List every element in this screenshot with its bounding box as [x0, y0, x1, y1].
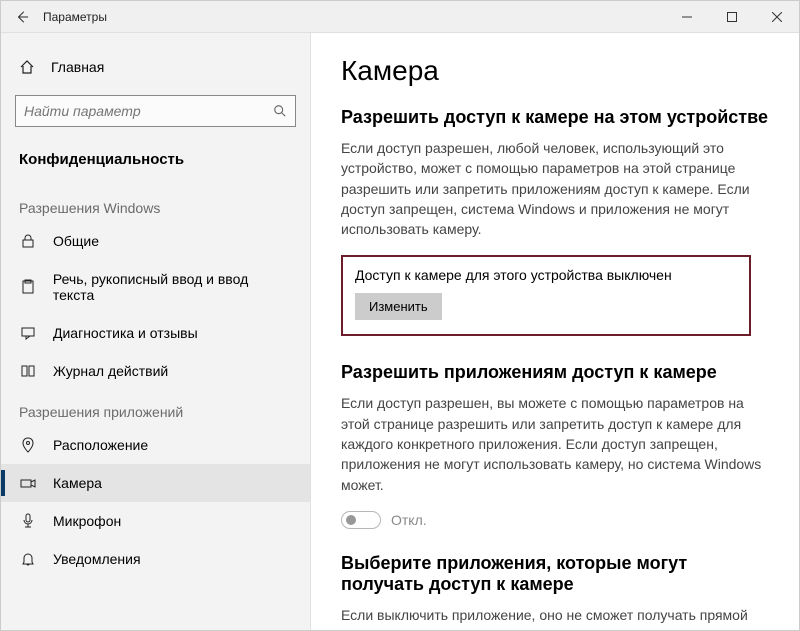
section2-body: Если доступ разрешен, вы можете с помощь… [341, 393, 769, 494]
sidebar-item-microphone[interactable]: Микрофон [1, 502, 310, 540]
sidebar-item-location[interactable]: Расположение [1, 426, 310, 464]
home-icon [19, 59, 35, 75]
apps-access-toggle[interactable] [341, 511, 381, 529]
sidebar-item-diagnostics[interactable]: Диагностика и отзывы [1, 314, 310, 352]
feedback-icon [19, 325, 37, 341]
sidebar-item-label: Камера [53, 475, 102, 491]
activity-icon [19, 363, 37, 379]
sidebar-item-label: Журнал действий [53, 363, 168, 379]
search-icon [273, 104, 287, 118]
minimize-button[interactable] [664, 1, 709, 33]
titlebar: Параметры [1, 1, 799, 33]
camera-icon [19, 475, 37, 491]
clipboard-icon [19, 279, 37, 295]
sidebar-home-label: Главная [51, 59, 104, 75]
sidebar-item-speech[interactable]: Речь, рукописный ввод и ввод текста [1, 260, 310, 314]
search-box[interactable] [15, 95, 296, 127]
sidebar-item-activity[interactable]: Журнал действий [1, 352, 310, 390]
main-content: Камера Разрешить доступ к камере на этом… [311, 33, 799, 630]
section3-heading: Выберите приложения, которые могут получ… [341, 553, 769, 595]
back-icon[interactable] [15, 10, 29, 24]
lock-icon [19, 233, 37, 249]
section3-body: Если выключить приложение, оно не сможет… [341, 605, 769, 630]
sidebar-item-label: Речь, рукописный ввод и ввод текста [53, 271, 292, 303]
camera-access-status: Доступ к камере для этого устройства вык… [355, 267, 737, 283]
sidebar-item-label: Расположение [53, 437, 148, 453]
sidebar: Главная Конфиденциальность Разрешения Wi… [1, 33, 311, 630]
sidebar-home[interactable]: Главная [1, 51, 310, 83]
sidebar-item-label: Диагностика и отзывы [53, 325, 198, 341]
change-button[interactable]: Изменить [355, 293, 442, 320]
maximize-button[interactable] [709, 1, 754, 33]
section1-heading: Разрешить доступ к камере на этом устрой… [341, 107, 769, 128]
sidebar-item-label: Уведомления [53, 551, 141, 567]
sidebar-item-notifications[interactable]: Уведомления [1, 540, 310, 578]
window-title: Параметры [43, 10, 107, 24]
sidebar-current-section: Конфиденциальность [1, 137, 310, 186]
close-button[interactable] [754, 1, 799, 33]
microphone-icon [19, 513, 37, 529]
toggle-label: Откл. [391, 512, 427, 528]
camera-access-status-box: Доступ к камере для этого устройства вык… [341, 255, 751, 336]
search-input[interactable] [24, 103, 273, 119]
bell-icon [19, 551, 37, 567]
sidebar-item-camera[interactable]: Камера [1, 464, 310, 502]
sidebar-item-general[interactable]: Общие [1, 222, 310, 260]
sidebar-group-apps: Разрешения приложений [1, 390, 310, 426]
sidebar-group-windows: Разрешения Windows [1, 186, 310, 222]
sidebar-item-label: Микрофон [53, 513, 121, 529]
sidebar-item-label: Общие [53, 233, 99, 249]
location-icon [19, 437, 37, 453]
page-title: Камера [341, 55, 769, 87]
section1-body: Если доступ разрешен, любой человек, исп… [341, 138, 769, 239]
section2-heading: Разрешить приложениям доступ к камере [341, 362, 769, 383]
